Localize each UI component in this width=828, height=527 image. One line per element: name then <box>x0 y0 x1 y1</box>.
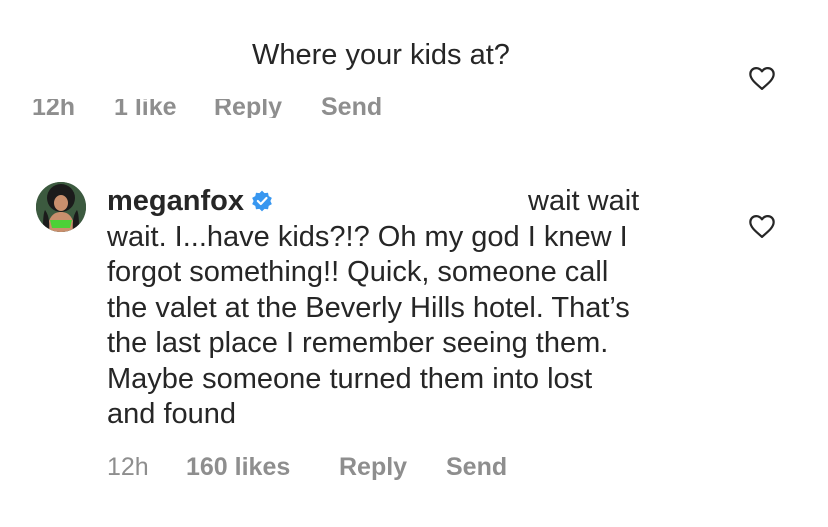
crop-mask <box>32 90 297 99</box>
previous-comment-meta: 12h 1 like Reply Send <box>32 90 452 118</box>
verified-badge-icon <box>252 190 272 212</box>
previous-comment-text: Where your kids at? <box>252 39 510 71</box>
comment-text-line: wait. I...have kids?!? Oh my god I knew … <box>107 220 628 253</box>
send-button[interactable]: Send <box>446 452 507 482</box>
username[interactable]: meganfox <box>107 185 244 217</box>
like-heart-icon[interactable] <box>748 65 776 91</box>
previous-comment-send-button[interactable]: Send <box>321 92 382 118</box>
comment-time: 12h <box>107 453 149 481</box>
avatar-photo <box>36 182 86 232</box>
comment-text-line: Maybe someone turned them into lost <box>107 362 593 395</box>
comment-text-line: the valet at the Beverly Hills hotel. Th… <box>107 291 630 324</box>
comment-text-first-line: wait wait <box>528 185 640 217</box>
reply-button[interactable]: Reply <box>339 452 407 482</box>
comment-text-line: the last place I remember seeing them. <box>107 327 609 359</box>
comment-likes[interactable]: 160 likes <box>186 452 290 482</box>
avatar[interactable] <box>36 182 86 232</box>
like-heart-icon[interactable] <box>748 213 776 239</box>
comment-body: meganfox wait wait wait. I...have kids?!… <box>107 184 707 433</box>
comment-text-line: and found <box>107 398 237 430</box>
comment-text-line: forgot something!! Quick, someone call <box>107 256 609 288</box>
